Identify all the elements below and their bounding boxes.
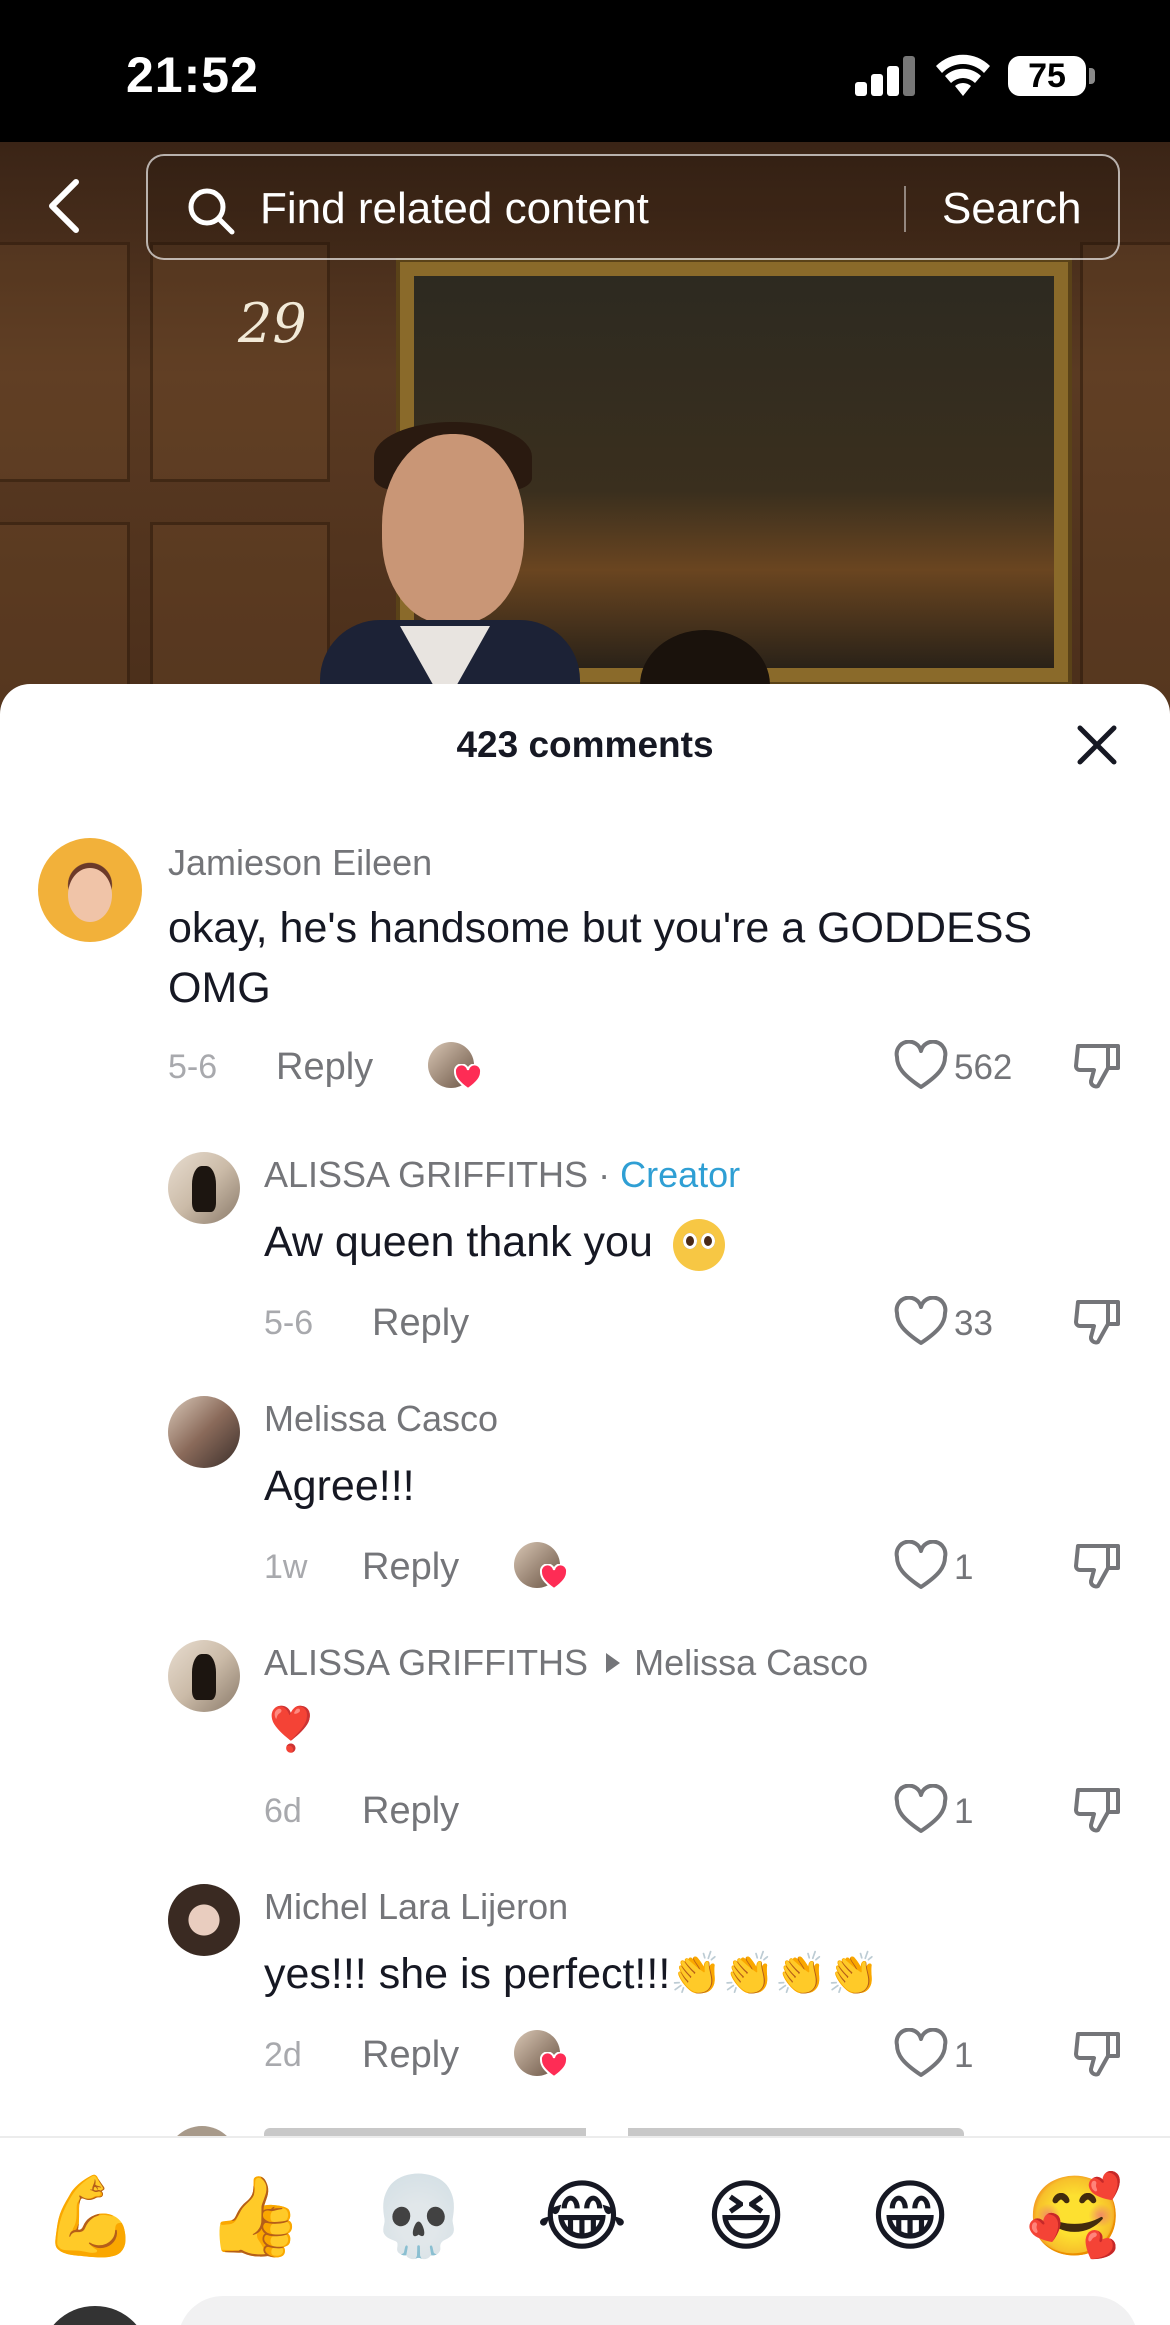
- back-button[interactable]: [40, 176, 90, 236]
- comment-reply-item-partial: [0, 2122, 1170, 2136]
- username-text: ALISSA GRIFFITHS: [264, 1642, 589, 1683]
- cellular-signal-icon: [855, 56, 915, 96]
- heart-filled-icon: [540, 1564, 568, 1591]
- username-text: ALISSA GRIFFITHS: [264, 1154, 589, 1195]
- reply-button[interactable]: Reply: [372, 1302, 469, 1345]
- comment-date: 5-6: [264, 1304, 314, 1342]
- comment-username-partial: [264, 2128, 964, 2136]
- like-count: 1: [954, 1548, 974, 1587]
- heart-outline-icon[interactable]: [893, 1296, 949, 1348]
- search-divider: [904, 186, 906, 232]
- avatar[interactable]: [168, 1640, 240, 1712]
- comment-text: Aw queen thank you: [264, 1212, 725, 1272]
- reply-to-username[interactable]: Melissa Casco: [634, 1642, 868, 1683]
- heart-outline-icon[interactable]: [893, 1040, 949, 1092]
- grinning-emoji-button[interactable]: 😁: [862, 2168, 958, 2264]
- avatar[interactable]: [38, 838, 142, 942]
- thumbs-down-icon[interactable]: [1072, 1540, 1124, 1592]
- comment-text: yes!!! she is perfect!!!👏👏👏👏: [264, 1944, 879, 2004]
- wood-panel: [150, 242, 330, 482]
- comment-text-content: Aw queen thank you: [264, 1218, 653, 1266]
- like-count: 33: [954, 1304, 993, 1343]
- comment-text-line: OMG: [168, 964, 271, 1012]
- comment-username[interactable]: ALISSA GRIFFITHS · Creator: [264, 1154, 740, 1196]
- skull-emoji-button[interactable]: 💀: [370, 2168, 467, 2264]
- heart-filled-icon: [540, 2052, 568, 2079]
- thumbs-down-icon[interactable]: [1072, 1040, 1124, 1092]
- avatar[interactable]: [168, 1396, 240, 1468]
- comment-username[interactable]: Melissa Casco: [264, 1398, 498, 1440]
- creator-liked-indicator: [514, 1542, 568, 1591]
- comment-date: 5-6: [168, 1048, 218, 1086]
- thumbs-down-icon[interactable]: [1072, 1784, 1124, 1836]
- like-count: 562: [954, 1048, 1013, 1087]
- creator-liked-indicator: [514, 2030, 568, 2079]
- pleading-face-emoji-icon: [672, 1218, 725, 1271]
- comment-text-line: okay, he's handsome but you're a GODDESS: [168, 904, 1033, 952]
- search-icon: [188, 188, 235, 235]
- like-count: 1: [954, 2036, 974, 2075]
- wifi-icon: [936, 54, 990, 96]
- search-bar[interactable]: Find related content Search: [146, 154, 1120, 260]
- battery-indicator: 75: [1008, 56, 1086, 96]
- avatar: [166, 2126, 238, 2136]
- reply-to-arrow-icon: [606, 1653, 621, 1673]
- heart-outline-icon[interactable]: [893, 1540, 949, 1592]
- thumbs-down-icon[interactable]: [1072, 2028, 1124, 2080]
- comment-username[interactable]: Jamieson Eileen: [168, 842, 432, 884]
- comment-text-content: yes!!! she is perfect!!!: [264, 1950, 671, 1998]
- close-icon[interactable]: [1072, 720, 1122, 770]
- comment-username[interactable]: ALISSA GRIFFITHS Melissa Casco: [264, 1642, 868, 1684]
- username-separator: ·: [598, 1154, 611, 1195]
- thumbs-up-emoji-button[interactable]: 👍: [206, 2168, 303, 2264]
- comment-text: Agree!!!: [264, 1462, 415, 1510]
- reply-button[interactable]: Reply: [276, 1046, 373, 1089]
- avatar[interactable]: [168, 1152, 240, 1224]
- reply-button[interactable]: Reply: [362, 1790, 459, 1833]
- comments-sheet: 423 comments Jamieson Eileen okay, he's …: [0, 684, 1170, 2325]
- reply-button[interactable]: Reply: [362, 1546, 459, 1589]
- avatar[interactable]: [168, 1884, 240, 1956]
- battery-cap: [1089, 68, 1095, 84]
- smiling-hearts-emoji-button[interactable]: 🥰: [1026, 2168, 1123, 2264]
- heart-outline-icon[interactable]: [893, 2028, 949, 2080]
- status-bar: 21:52 75: [0, 0, 1170, 142]
- comment-username[interactable]: Michel Lara Lijeron: [264, 1886, 568, 1928]
- person-face: [382, 434, 524, 624]
- creator-badge: Creator: [620, 1154, 741, 1195]
- like-count: 1: [954, 1792, 974, 1831]
- comment-date: 6d: [264, 1792, 302, 1830]
- comments-count-title: 423 comments: [456, 724, 714, 765]
- wood-panel: [0, 242, 130, 482]
- video-overlay-number: 29: [238, 292, 307, 355]
- comment-text: ❣️: [264, 1706, 318, 1754]
- creator-liked-indicator: [428, 1042, 482, 1091]
- search-input[interactable]: Find related content: [260, 184, 649, 234]
- clapping-hands-emoji: 👏👏👏👏: [670, 1950, 880, 1997]
- thumbs-down-icon[interactable]: [1072, 1296, 1124, 1348]
- comment-date: 2d: [264, 2036, 302, 2074]
- heart-outline-icon[interactable]: [893, 1784, 949, 1836]
- heart-filled-icon: [454, 1064, 482, 1091]
- flexed-biceps-emoji-button[interactable]: 💪: [42, 2168, 139, 2264]
- comment-date: 1w: [264, 1548, 308, 1586]
- comment-text: okay, he's handsome but you're a GODDESS…: [168, 898, 1128, 1018]
- wood-panel: [1080, 242, 1170, 722]
- reply-button[interactable]: Reply: [362, 2034, 459, 2077]
- search-button[interactable]: Search: [942, 184, 1081, 234]
- add-comment-input[interactable]: [178, 2296, 1138, 2325]
- status-time: 21:52: [126, 47, 259, 103]
- tears-of-joy-emoji-button[interactable]: 😂: [534, 2168, 630, 2264]
- squinting-laugh-emoji-button[interactable]: 😆: [698, 2168, 794, 2264]
